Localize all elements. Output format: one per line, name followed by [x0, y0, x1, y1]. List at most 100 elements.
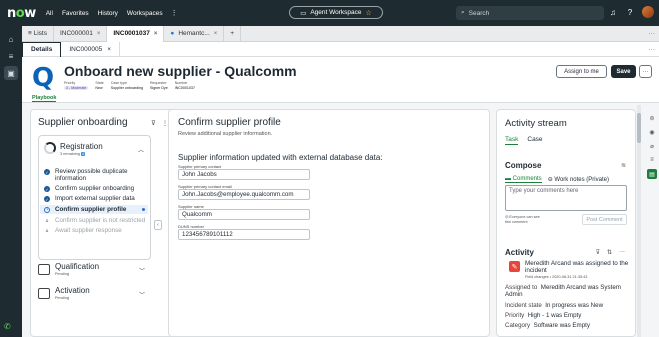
activity-entry-time: Field changes • 2020-08-31 21:35:43	[525, 275, 588, 279]
search-icon: ⌕	[461, 9, 465, 16]
vertical-scrollbar[interactable]	[637, 105, 641, 337]
activity-item[interactable]: ✓ Review possible duplicate information	[44, 168, 148, 182]
nav-all[interactable]: All	[46, 10, 53, 17]
activity-entry-title: Meredith Arcand was assigned to the inci…	[525, 260, 629, 274]
scrollbar-thumb[interactable]	[637, 113, 641, 143]
bell-icon[interactable]: ♫	[608, 7, 618, 17]
close-icon[interactable]: ×	[214, 31, 218, 37]
activity-stream-title: Activity stream	[505, 118, 567, 129]
eye-icon[interactable]: ◉	[647, 127, 657, 137]
compose-settings-icon[interactable]: ≋	[621, 162, 626, 169]
comment-textarea[interactable]: Type your comments here	[505, 185, 627, 211]
user-avatar[interactable]	[642, 6, 654, 18]
activity-item[interactable]: ✓ Import external supplier data	[44, 195, 148, 202]
global-search-input[interactable]: ⌕ Search	[456, 6, 604, 20]
remaining-count-badge: 4	[80, 152, 86, 156]
workspace-body: Supplier onboarding ⊽ ⋮ Registration 3 r…	[22, 103, 659, 337]
subtab-details[interactable]: Details	[22, 41, 62, 57]
page-title: Onboard new supplier - Qualcomm	[64, 63, 297, 79]
change-row: Incident state In progress was New	[505, 302, 604, 309]
attachment-icon[interactable]: ⌀	[647, 141, 657, 151]
subtab-inc000005[interactable]: INC000005 ×	[61, 41, 121, 57]
tab-case[interactable]: Case	[527, 136, 542, 145]
tab-overflow-icon[interactable]: ···	[649, 30, 656, 37]
requester-link[interactable]: Signer Dye	[150, 86, 168, 90]
close-icon[interactable]: ×	[154, 31, 158, 37]
tab-hemantc[interactable]: ● Hemantc... ×	[164, 25, 225, 42]
chat-icon[interactable]: ▤	[647, 169, 657, 179]
workspace-icon: ▭	[300, 9, 307, 17]
agent-workspace-pill[interactable]: ▭ Agent Workspace ☆	[289, 6, 383, 19]
close-icon[interactable]: ×	[107, 46, 111, 53]
help-icon[interactable]: ?	[625, 7, 635, 17]
visibility-note: ◎ Everyone can see this comment	[505, 215, 540, 224]
tab-inc000001[interactable]: INC000001 ×	[54, 25, 108, 42]
sort-icon[interactable]: ⇅	[607, 249, 612, 256]
right-rail: ⊜ ◉ ⌀ ≡ ▤	[645, 105, 659, 337]
new-tab-button[interactable]: +	[224, 25, 242, 42]
supplier-name-field[interactable]: Qualcomm	[178, 209, 310, 220]
playbook-title: Supplier onboarding	[38, 117, 128, 128]
task-description: Review additional supplier information.	[178, 131, 273, 137]
servicenow-logo[interactable]: now	[7, 6, 36, 21]
tab-lists[interactable]: ≡ Lists	[22, 25, 54, 42]
work-notes-tab[interactable]: ⊖ Work notes (Private)	[548, 176, 609, 183]
info-icon[interactable]: ⊜	[647, 113, 657, 123]
task-panel: Confirm supplier profile Review addition…	[168, 109, 490, 337]
close-icon[interactable]: ×	[97, 31, 101, 37]
activity-item-current[interactable]: ◔ Confirm supplier profile	[40, 205, 148, 214]
progress-ring-icon	[44, 142, 56, 154]
comments-tab[interactable]: ▬ Comments	[505, 176, 542, 183]
phone-icon[interactable]: ✆	[4, 322, 11, 331]
assign-to-me-button[interactable]: Assign to me	[556, 65, 607, 78]
chat-icon: ●	[170, 30, 175, 37]
assignment-icon: ✎	[509, 261, 520, 272]
tab-task[interactable]: Task	[505, 136, 519, 145]
stage-qualification[interactable]: Qualification Pending ﹀	[38, 262, 151, 276]
compose-title: Compose	[505, 161, 542, 170]
stage-activation[interactable]: Activation Pending ﹀	[38, 286, 151, 300]
case-type-value: Supplier onboarding	[110, 86, 143, 90]
nav-favorites[interactable]: Favorites	[62, 10, 89, 17]
filter-icon[interactable]: ⊽	[151, 119, 156, 127]
check-icon: ✓	[44, 169, 50, 175]
change-row: Category Software was Empty	[505, 322, 590, 329]
workspace-tab-strip: ≡ Lists INC000001 × INC0001037 × ● Hemantc.…	[22, 25, 659, 42]
tab-inc0001037[interactable]: INC0001037 ×	[107, 25, 165, 42]
inbox-icon[interactable]: ▣	[4, 66, 18, 80]
playbook-tab[interactable]: Playbook	[32, 95, 57, 102]
chevron-up-icon[interactable]: ︿	[138, 145, 144, 154]
record-subtabs: Details INC000005 × ···	[22, 41, 659, 57]
active-dot	[142, 208, 145, 211]
list-icon[interactable]: ≡	[647, 155, 657, 165]
nav-history[interactable]: History	[98, 10, 118, 17]
stage-registration[interactable]: Registration 3 remaining 4 ︿ ✓ Review pos…	[38, 135, 151, 260]
supplier-email-field[interactable]: John.Jacobs@employee.qualcomm.com	[178, 189, 310, 200]
lock-icon: ⊖	[547, 177, 553, 183]
lock-icon: 🔒︎	[45, 227, 49, 234]
filter-icon[interactable]: ⊽	[596, 249, 600, 256]
star-icon[interactable]: ☆	[366, 9, 372, 17]
chevron-down-icon[interactable]: ﹀	[139, 290, 145, 299]
task-title: Confirm supplier profile	[178, 117, 281, 128]
lock-stage-icon	[38, 288, 50, 299]
duns-number-field[interactable]: 123456789101112	[178, 229, 310, 240]
subtab-overflow-icon[interactable]: ···	[649, 46, 656, 53]
number-link[interactable]: INC0001037	[175, 86, 195, 90]
save-button[interactable]: Save	[611, 65, 636, 78]
activity-item[interactable]: ✓ Confirm supplier onboarding	[44, 185, 148, 192]
nav-more-icon[interactable]: ⋮	[171, 9, 178, 17]
nav-workspaces[interactable]: Workspaces	[127, 10, 163, 17]
change-row: Assigned to Meredith Arcand was System A…	[505, 284, 621, 298]
chevron-down-icon[interactable]: ﹀	[139, 266, 145, 275]
more-icon[interactable]: ···	[619, 249, 625, 256]
supplier-contact-field[interactable]: John Jacobs	[178, 169, 310, 180]
search-placeholder: Search	[468, 9, 490, 17]
case-type-icon: Q	[32, 63, 55, 93]
home-icon[interactable]: ⌂	[4, 32, 18, 46]
record-metadata: Priority 3 - Moderate State New Case type S…	[64, 81, 195, 90]
list-icon[interactable]: ≡	[4, 49, 18, 63]
more-actions-button[interactable]: ···	[639, 65, 652, 78]
collapse-panel-button[interactable]: ‹	[154, 220, 162, 230]
post-comment-button[interactable]: Post Comment	[582, 214, 627, 225]
